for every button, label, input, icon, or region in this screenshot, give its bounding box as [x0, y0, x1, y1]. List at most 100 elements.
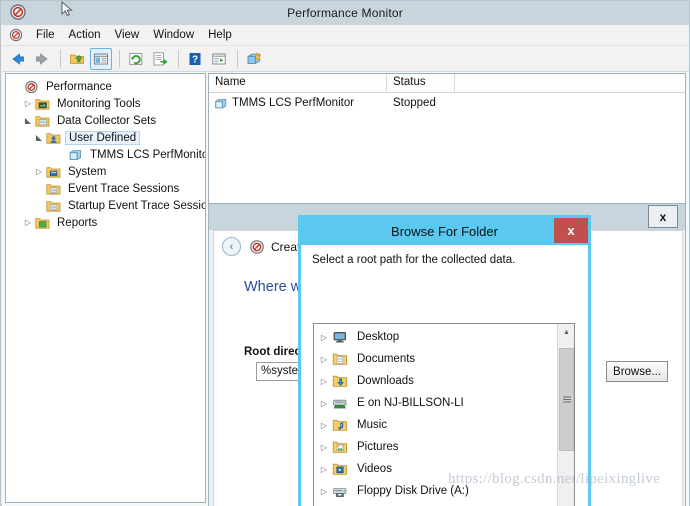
tree-expander-collapsed[interactable]: ▷ — [32, 165, 46, 179]
browse-for-folder-dialog: Browse For Folder x Select a root path f… — [298, 215, 591, 506]
folder-item-pictures[interactable]: ▷ Pictures — [316, 436, 574, 458]
tree-node-label: Performance — [46, 80, 112, 93]
folder-system-icon — [46, 166, 61, 178]
show-hide-console-tree-icon[interactable] — [90, 47, 112, 70]
downloads-folder-icon — [332, 375, 347, 387]
folder-item-desktop[interactable]: ▷ Desktop — [316, 326, 574, 348]
tree-expander-expanded[interactable]: ◣ — [32, 131, 46, 145]
back-button[interactable]: ‹ — [222, 237, 241, 256]
perfmon-set-icon — [215, 98, 227, 108]
perfmon-set-icon — [69, 149, 81, 160]
tree-expander-expanded[interactable]: ◣ — [21, 114, 35, 128]
videos-folder-icon — [332, 463, 347, 475]
root-directory-label: Root direc — [244, 346, 301, 358]
browse-dialog-close-button[interactable]: x — [554, 218, 588, 243]
toolbar-separator — [178, 49, 179, 68]
menu-bar: File Action View Window Help — [2, 25, 689, 46]
tree-expander-collapsed[interactable]: ▷ — [316, 487, 332, 496]
screenshot-root: Performance Monitor File Action View Win… — [0, 0, 690, 506]
tree-expander-collapsed[interactable]: ▷ — [316, 377, 332, 386]
browse-button[interactable]: Browse... — [606, 361, 668, 382]
console-root-icon — [9, 28, 23, 42]
tree-node-performance[interactable]: Performance — [8, 78, 205, 95]
folder-item-local-disk-c[interactable]: ◣ Local Disk (C:) — [316, 502, 574, 506]
toolbar-separator — [119, 49, 120, 68]
prohibited-circle-icon — [25, 80, 38, 93]
new-data-collector-set-icon[interactable] — [243, 48, 265, 70]
folder-user-icon — [46, 132, 61, 144]
browse-dialog-title: Browse For Folder — [391, 224, 498, 239]
tree-node-startup-event-trace-sessions[interactable]: Startup Event Trace Sessions — [8, 197, 205, 214]
folder-collector-icon — [35, 115, 50, 127]
tree-node-label: Startup Event Trace Sessions — [68, 199, 206, 212]
browse-dialog-prompt: Select a root path for the collected dat… — [312, 254, 516, 266]
menu-item-help[interactable]: Help — [201, 27, 239, 43]
console-tree-pane[interactable]: Performance ▷ Monitoring Tools ◣ Data Co… — [5, 73, 206, 503]
table-row[interactable]: TMMS LCS PerfMonitor Stopped — [209, 93, 685, 113]
console-tree: Performance ▷ Monitoring Tools ◣ Data Co… — [6, 74, 205, 231]
menu-item-action[interactable]: Action — [62, 27, 108, 43]
tree-expander-collapsed[interactable]: ▷ — [316, 465, 332, 474]
back-arrow-icon[interactable] — [7, 48, 29, 70]
tree-expander — [10, 80, 24, 94]
window-title-bar: Performance Monitor — [1, 1, 689, 25]
properties-icon[interactable] — [208, 48, 230, 70]
menu-item-file[interactable]: File — [29, 27, 62, 43]
folder-trace-icon — [46, 200, 61, 212]
performance-monitor-window: Performance Monitor File Action View Win… — [0, 0, 690, 506]
folder-item-label: Downloads — [357, 375, 414, 387]
folder-item-music[interactable]: ▷ Music — [316, 414, 574, 436]
tree-node-user-defined[interactable]: ◣ User Defined — [8, 129, 205, 146]
list-item-name-cell: TMMS LCS PerfMonitor — [209, 97, 387, 110]
tree-expander-collapsed[interactable]: ▷ — [316, 333, 332, 342]
tree-node-data-collector-sets[interactable]: ◣ Data Collector Sets — [8, 112, 205, 129]
tree-expander-collapsed[interactable]: ▷ — [21, 97, 35, 111]
folder-reports-icon — [35, 217, 50, 229]
tree-node-label: Event Trace Sessions — [68, 182, 180, 195]
toolbar-separator — [60, 49, 61, 68]
music-folder-icon — [332, 419, 347, 431]
export-list-icon[interactable] — [149, 48, 171, 70]
folder-item-label: Pictures — [357, 441, 399, 453]
tree-node-monitoring-tools[interactable]: ▷ Monitoring Tools — [8, 95, 205, 112]
refresh-icon[interactable] — [125, 48, 147, 70]
column-header-blank[interactable] — [455, 74, 685, 93]
tree-node-event-trace-sessions[interactable]: Event Trace Sessions — [8, 180, 205, 197]
tree-expander-collapsed[interactable]: ▷ — [21, 216, 35, 230]
column-header-name[interactable]: Name — [209, 74, 387, 93]
tree-expander — [32, 199, 46, 213]
folder-tree[interactable]: ▷ Desktop ▷ Documents ▷ Downloads ▷ E on… — [313, 323, 575, 506]
folder-tree-scrollbar[interactable]: ▲ ▼ — [557, 324, 574, 506]
toolbar-separator — [237, 49, 238, 68]
folder-item-floppy-disk-drive-a[interactable]: ▷ Floppy Disk Drive (A:) — [316, 480, 574, 502]
tree-expander-collapsed[interactable]: ▷ — [316, 421, 332, 430]
folder-item-videos[interactable]: ▷ Videos — [316, 458, 574, 480]
tree-node-label: Monitoring Tools — [57, 97, 141, 110]
folder-item-downloads[interactable]: ▷ Downloads — [316, 370, 574, 392]
tree-expander — [32, 182, 46, 196]
menu-item-view[interactable]: View — [108, 27, 147, 43]
pictures-folder-icon — [332, 441, 347, 453]
tree-node-label: User Defined — [65, 130, 141, 145]
tree-node-system[interactable]: ▷ System — [8, 163, 205, 180]
tree-node-tmms-lcs-perfmonitor[interactable]: TMMS LCS PerfMonitor — [8, 146, 205, 163]
folder-trace-icon — [46, 183, 61, 195]
tree-expander-collapsed[interactable]: ▷ — [316, 399, 332, 408]
tree-expander-collapsed[interactable]: ▷ — [316, 443, 332, 452]
folder-item-documents[interactable]: ▷ Documents — [316, 348, 574, 370]
wizard-heading: Where w — [244, 279, 302, 295]
wizard-close-button[interactable]: x — [648, 205, 678, 228]
tree-node-reports[interactable]: ▷ Reports — [8, 214, 205, 231]
tree-expander-collapsed[interactable]: ▷ — [316, 355, 332, 364]
folder-item-label: Desktop — [357, 331, 400, 343]
prohibited-circle-icon — [10, 4, 26, 20]
menu-item-window[interactable]: Window — [146, 27, 201, 43]
forward-arrow-icon[interactable] — [31, 48, 53, 70]
folder-item-label: Floppy Disk Drive (A:) — [357, 485, 469, 497]
help-icon[interactable]: ? — [184, 48, 206, 70]
scroll-up-button[interactable]: ▲ — [558, 324, 574, 341]
up-folder-icon[interactable] — [66, 48, 88, 70]
column-header-status[interactable]: Status — [387, 74, 455, 93]
scrollbar-thumb[interactable] — [559, 348, 574, 451]
folder-item-e-on-nj-billson-li[interactable]: ▷ E on NJ-BILLSON-LI — [316, 392, 574, 414]
